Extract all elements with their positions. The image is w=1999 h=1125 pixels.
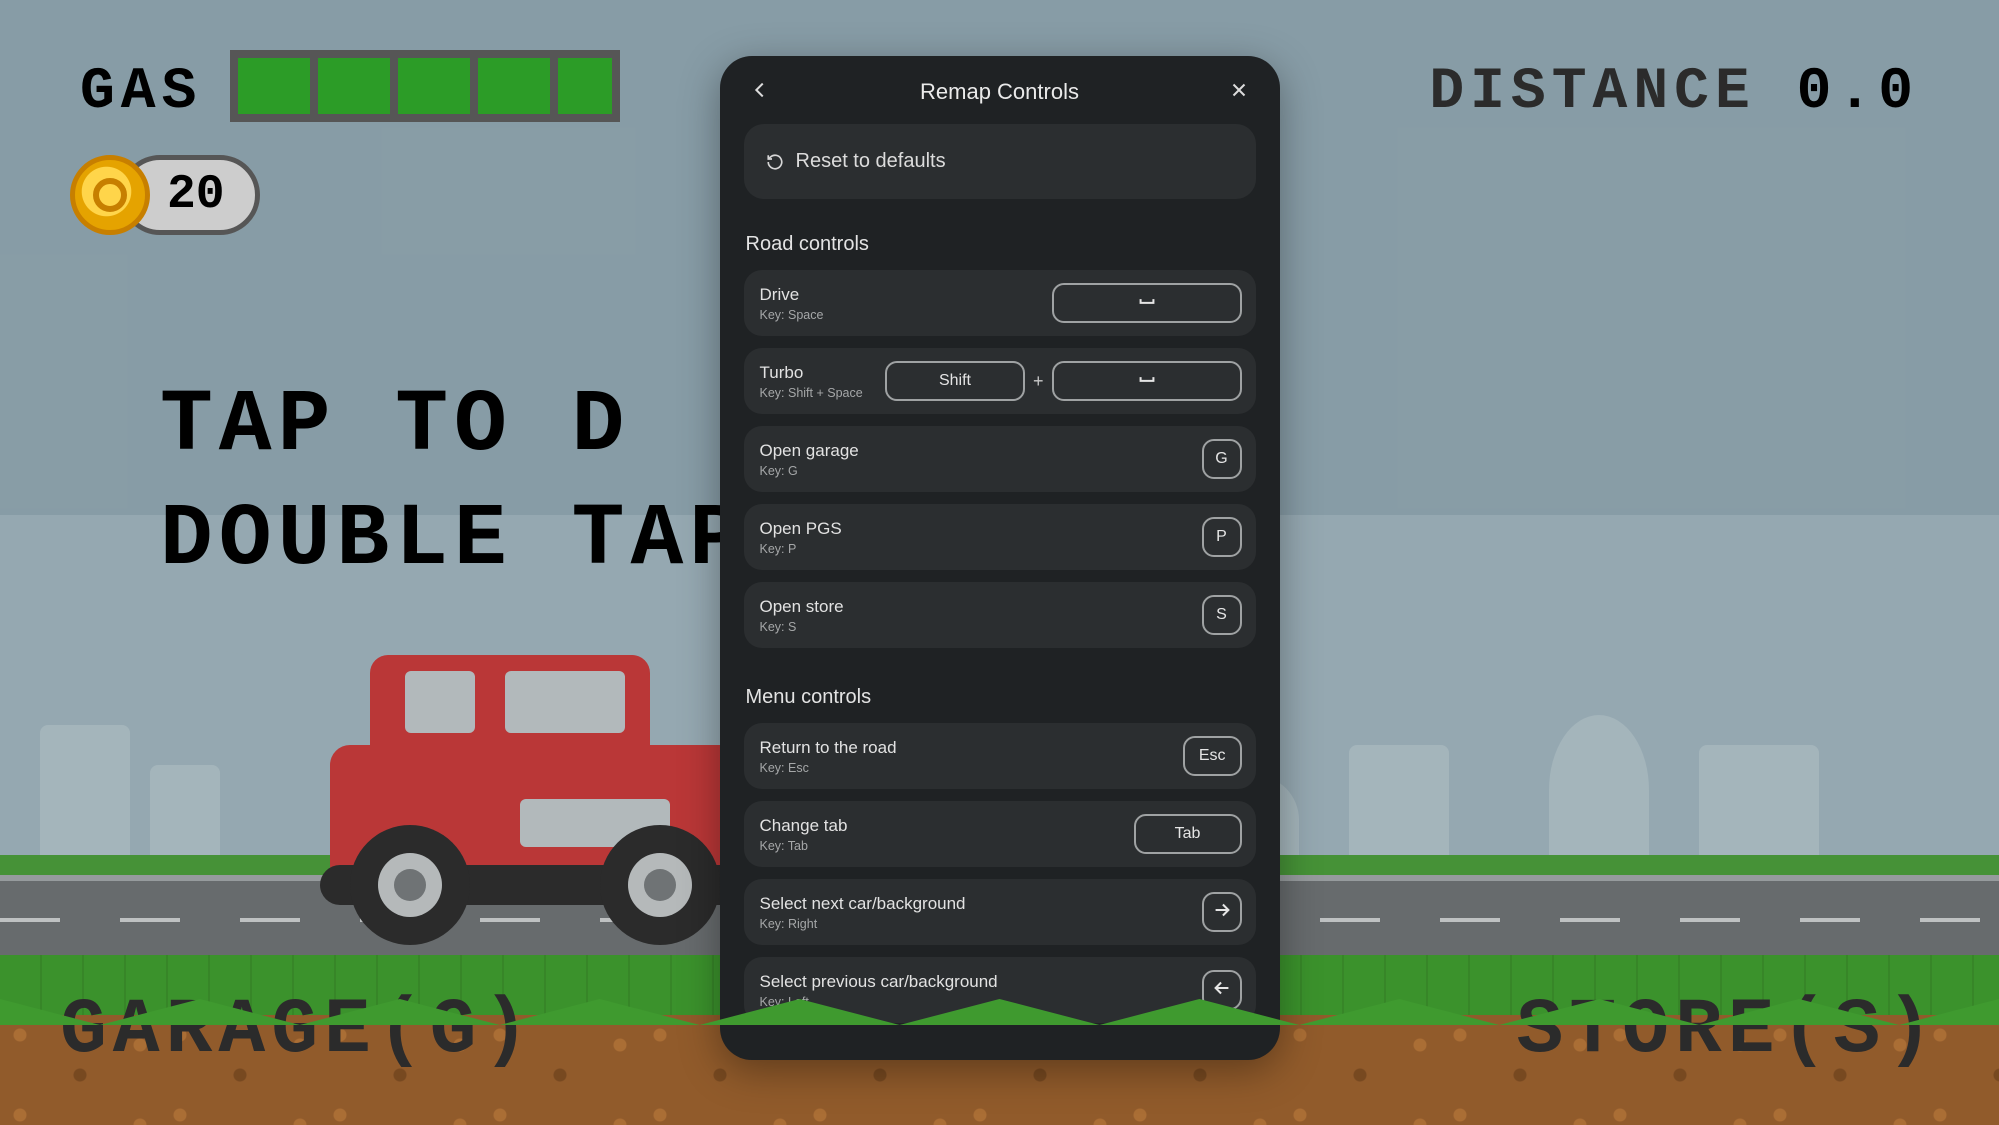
return-sub: Key: Esc	[760, 761, 897, 775]
control-row-change-tab: Change tab Key: Tab Tab	[744, 801, 1256, 867]
section-menu-title: Menu controls	[746, 686, 1256, 709]
turbo-sub: Key: Shift + Space	[760, 386, 863, 400]
reset-label: Reset to defaults	[796, 150, 946, 173]
select-prev-label: Select previous car/background	[760, 972, 998, 992]
open-store-sub: Key: S	[760, 620, 844, 634]
open-garage-sub: Key: G	[760, 464, 859, 478]
control-row-turbo: Turbo Key: Shift + Space Shift +	[744, 348, 1256, 414]
control-row-return: Return to the road Key: Esc Esc	[744, 723, 1256, 789]
arrow-left-icon	[1211, 977, 1233, 1004]
key-p[interactable]: P	[1202, 517, 1242, 557]
control-row-open-pgs: Open PGS Key: P P	[744, 504, 1256, 570]
key-s[interactable]: S	[1202, 595, 1242, 635]
change-tab-sub: Key: Tab	[760, 839, 848, 853]
key-esc[interactable]: Esc	[1183, 736, 1242, 776]
control-row-select-next: Select next car/background Key: Right	[744, 879, 1256, 945]
open-pgs-label: Open PGS	[760, 519, 842, 539]
reset-to-defaults[interactable]: Reset to defaults	[744, 124, 1256, 199]
space-icon	[1136, 290, 1158, 317]
control-row-drive: Drive Key: Space	[744, 270, 1256, 336]
key-right[interactable]	[1202, 892, 1242, 932]
change-tab-label: Change tab	[760, 816, 848, 836]
control-row-open-store: Open store Key: S S	[744, 582, 1256, 648]
select-next-sub: Key: Right	[760, 917, 966, 931]
drive-label: Drive	[760, 285, 824, 305]
drive-sub: Key: Space	[760, 308, 824, 322]
close-icon	[1228, 79, 1250, 106]
coin-icon	[70, 155, 150, 235]
close-button[interactable]	[1221, 74, 1257, 110]
modal-body: Reset to defaults Road controls Drive Ke…	[720, 124, 1280, 1035]
key-g[interactable]: G	[1202, 439, 1242, 479]
control-row-open-garage: Open garage Key: G G	[744, 426, 1256, 492]
space-icon	[1136, 368, 1158, 395]
modal-title: Remap Controls	[920, 79, 1079, 105]
turbo-label: Turbo	[760, 363, 863, 383]
open-pgs-sub: Key: P	[760, 542, 842, 556]
key-tab[interactable]: Tab	[1134, 814, 1242, 854]
back-button[interactable]	[742, 74, 778, 110]
remap-controls-modal: Remap Controls Reset to defaults Road co…	[720, 56, 1280, 1060]
return-label: Return to the road	[760, 738, 897, 758]
key-shift[interactable]: Shift	[885, 361, 1025, 401]
section-road-title: Road controls	[746, 233, 1256, 256]
key-space[interactable]	[1052, 283, 1242, 323]
key-space[interactable]	[1052, 361, 1242, 401]
select-next-label: Select next car/background	[760, 894, 966, 914]
modal-header: Remap Controls	[720, 56, 1280, 124]
plus-separator: +	[1033, 371, 1044, 392]
arrow-right-icon	[1211, 899, 1233, 926]
arrow-left-icon	[749, 79, 771, 106]
open-store-label: Open store	[760, 597, 844, 617]
refresh-icon	[766, 153, 784, 171]
open-garage-label: Open garage	[760, 441, 859, 461]
